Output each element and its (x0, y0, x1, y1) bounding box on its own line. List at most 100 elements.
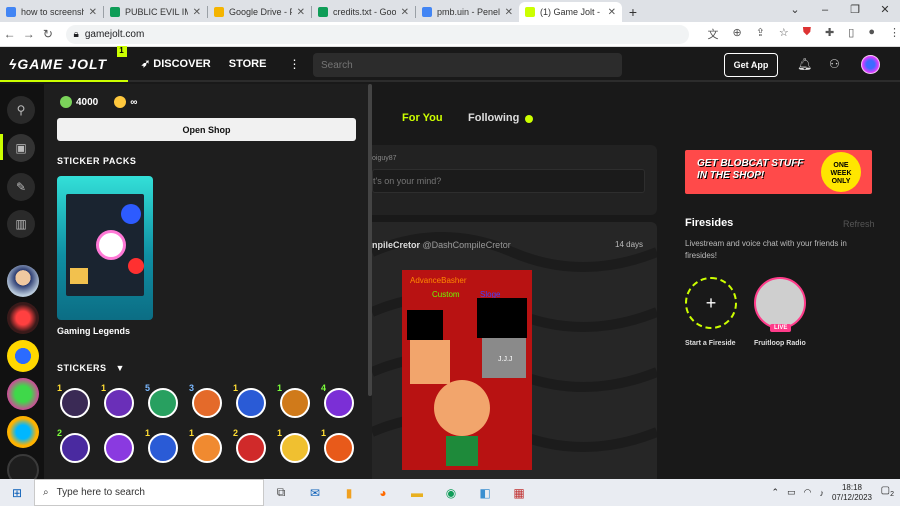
discover-link[interactable]: ➶ DISCOVER (141, 57, 211, 70)
sticker-item[interactable]: 3 (189, 383, 223, 419)
bookmark-star-icon[interactable]: ☆ (779, 26, 789, 42)
app-icon[interactable]: ▮ (332, 486, 366, 500)
friends-icon[interactable]: ⚇ (829, 57, 840, 71)
refresh-link[interactable]: Refresh (843, 219, 875, 229)
wifi-icon[interactable]: ◠ (804, 487, 812, 498)
pack-sticker-icon (128, 258, 144, 274)
shield-extension-icon[interactable]: ⛊ (803, 26, 811, 42)
firefox-icon[interactable]: ◕ (366, 486, 400, 500)
browser-tab-5-active[interactable]: (1) Game Jolt - S ✕ (519, 2, 622, 22)
author-handle: @DashCompileCretor (422, 240, 511, 250)
translate-icon[interactable]: 文 (707, 26, 718, 42)
zoom-icon[interactable]: ⊕ (732, 26, 741, 42)
reload-icon[interactable]: ↻ (38, 27, 57, 41)
open-shop-button[interactable]: Open Shop (57, 118, 356, 141)
fireside-avatar[interactable] (754, 277, 806, 329)
windows-start-icon[interactable]: ⊞ (0, 486, 34, 500)
filter-icon[interactable]: ▼ (116, 363, 125, 373)
close-tab-icon[interactable]: ✕ (505, 7, 513, 18)
browser-tab-4[interactable]: pmb.uin - Penelu ✕ (416, 2, 519, 22)
browser-tab-2[interactable]: Google Drive - P ✕ (208, 2, 311, 22)
pack-artwork (66, 194, 144, 296)
sticker-item[interactable]: 1 (321, 428, 355, 464)
sticker-pack-card[interactable] (57, 176, 153, 320)
chrome-icon[interactable]: ◉ (434, 486, 468, 500)
chat-icon[interactable]: ✎ (7, 173, 35, 201)
sticker-item[interactable]: 1 (57, 383, 91, 419)
tab-following[interactable]: Following (468, 112, 519, 124)
shop-promo-banner[interactable]: GET BLOBCAT STUFF IN THE SHOP! ONE WEEK … (685, 150, 872, 194)
post-author[interactable]: npileCretor @DashCompileCretor (372, 240, 511, 250)
side-panel-icon[interactable]: ▯ (848, 26, 854, 42)
bell-icon[interactable]: 🔔︎ (797, 57, 812, 71)
volume-icon[interactable]: ♪ (819, 488, 824, 498)
close-window-button[interactable]: ✕ (870, 0, 900, 22)
sticker-item[interactable]: 2 (57, 428, 91, 464)
sticker-item[interactable]: 1 (189, 428, 223, 464)
sticker-item[interactable]: 5 (145, 383, 179, 419)
app-icon[interactable]: ◧ (468, 486, 502, 500)
get-app-button[interactable]: Get App (724, 53, 778, 77)
community-avatar[interactable] (7, 265, 39, 297)
sticker-item[interactable]: 2 (233, 428, 267, 464)
browser-menu-icon[interactable]: ⋮ (889, 26, 900, 42)
url-bar[interactable]: 🔒︎ gamejolt.com (65, 24, 690, 44)
rail-active-indicator (0, 134, 3, 160)
browser-tab-3[interactable]: credits.txt - Goo ✕ (312, 2, 415, 22)
sticker-item[interactable] (101, 430, 135, 464)
new-tab-button[interactable]: + (622, 4, 644, 20)
tab-for-you[interactable]: For You (402, 112, 443, 124)
app-icon[interactable]: ▦ (502, 486, 536, 500)
close-tab-icon[interactable]: ✕ (89, 7, 97, 18)
puzzle-extension-icon[interactable]: ✚ (825, 26, 834, 42)
close-tab-icon[interactable]: ✕ (401, 7, 409, 18)
browser-tab-0[interactable]: how to screenshot ✕ (0, 2, 103, 22)
sticker-item[interactable]: 4 (321, 383, 355, 419)
character-face (410, 340, 450, 384)
back-icon[interactable]: ← (0, 27, 19, 41)
network-icon[interactable]: ▭ (787, 487, 796, 498)
community-avatar[interactable] (7, 378, 39, 410)
library-icon[interactable]: ▥ (7, 210, 35, 238)
sticker-count: 1 (321, 428, 327, 438)
community-avatar[interactable] (7, 340, 39, 372)
sticker-item[interactable]: 1 (145, 428, 179, 464)
user-avatar[interactable] (861, 55, 880, 74)
taskbar-clock[interactable]: 18:18 07/12/2023 (832, 483, 872, 503)
restore-button[interactable]: ❐ (840, 0, 870, 22)
more-menu-icon[interactable]: ⋮ (288, 57, 300, 71)
mail-icon[interactable]: ✉ (298, 486, 332, 500)
file-explorer-icon[interactable]: ▬ (400, 486, 434, 500)
backpack-icon[interactable]: ▣ (7, 134, 35, 162)
start-fireside-button[interactable]: + (685, 277, 737, 329)
sticker-item[interactable]: 1 (233, 383, 267, 419)
search-input[interactable] (313, 53, 622, 77)
store-link[interactable]: STORE (229, 58, 267, 70)
post-image[interactable]: AdvanceBasher Custom Sloge J.J.J (402, 270, 532, 470)
sticker-item[interactable]: 1 (277, 428, 311, 464)
profile-icon[interactable]: ● (868, 26, 875, 42)
browser-tab-1[interactable]: PUBLIC EVIL IMP ✕ (104, 2, 207, 22)
notifications-icon[interactable]: ▢2 (881, 485, 894, 498)
composer-input[interactable] (372, 169, 645, 193)
community-avatar[interactable] (7, 302, 39, 334)
sticker-count: 1 (57, 383, 63, 393)
taskbar-search[interactable]: ⌕ Type here to search (34, 479, 264, 506)
forward-icon[interactable]: → (19, 27, 38, 41)
sticker-item[interactable]: 1 (277, 383, 311, 419)
community-avatar[interactable] (7, 416, 39, 448)
tab-search-icon[interactable]: ⌄ (780, 0, 810, 22)
google-favicon-icon (422, 7, 432, 17)
task-view-icon[interactable]: ⧉ (264, 485, 298, 500)
lock-icon[interactable]: 🔒︎ (74, 29, 79, 40)
close-tab-icon[interactable]: ✕ (193, 7, 201, 18)
quest-icon[interactable]: ⚲ (7, 96, 35, 124)
gamejolt-logo[interactable]: ϟGAME JOLT 1 (9, 45, 127, 72)
sticker-item[interactable]: 1 (101, 383, 135, 419)
minimize-button[interactable]: – (810, 0, 840, 22)
close-tab-icon[interactable]: ✕ (608, 7, 616, 18)
show-hidden-icons[interactable]: ⌃ (772, 487, 780, 498)
close-tab-icon[interactable]: ✕ (297, 7, 305, 18)
share-icon[interactable]: ⇪ (756, 26, 765, 42)
stickers-heading-text: STICKERS (57, 363, 107, 373)
